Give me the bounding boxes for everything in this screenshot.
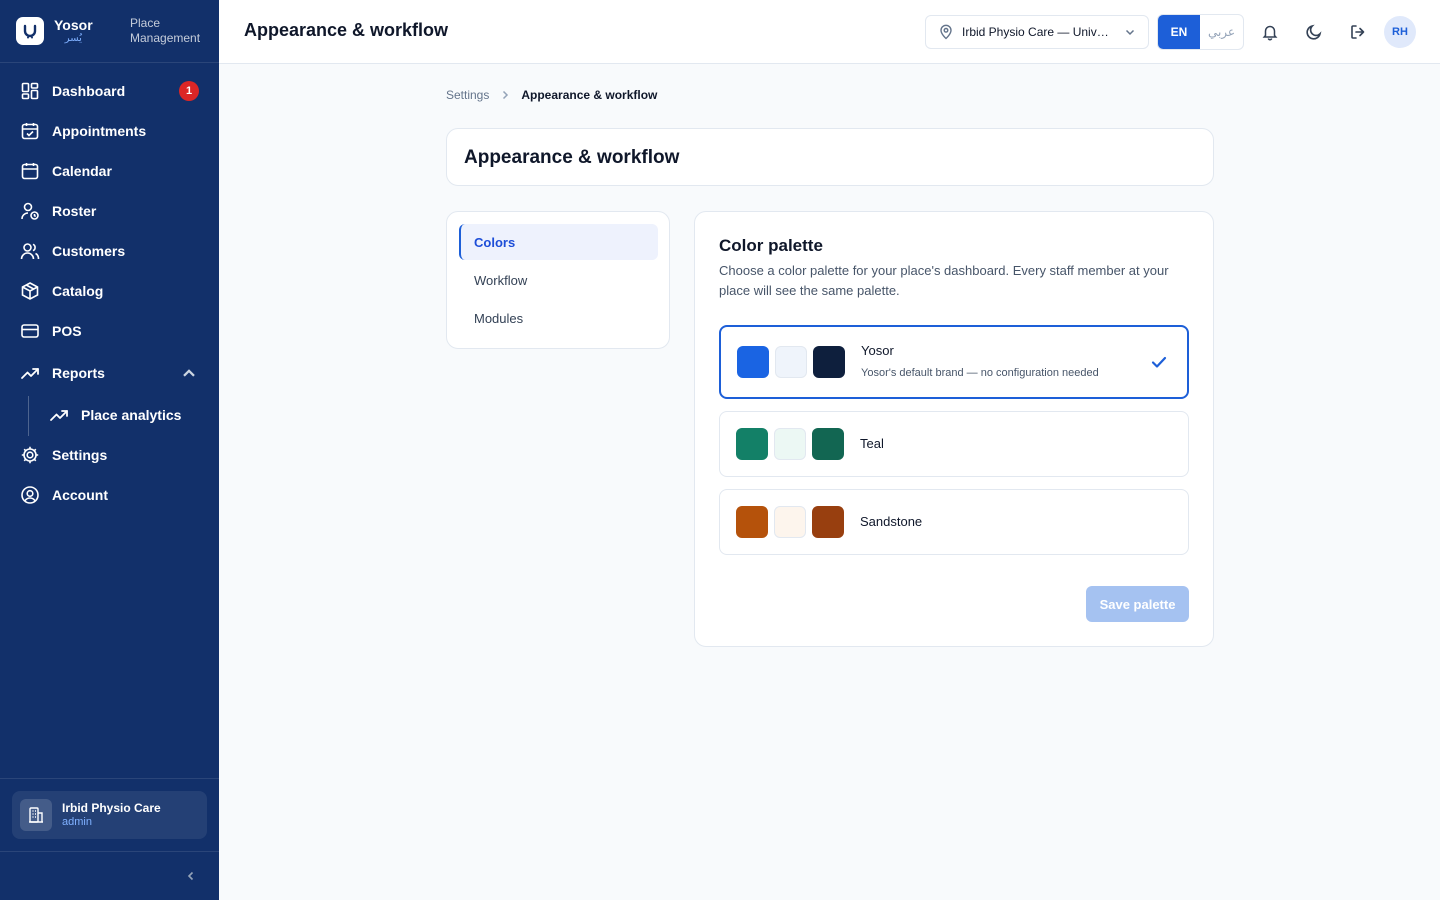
brand-name-en: Yosor <box>54 17 93 33</box>
sidebar-item-label: Account <box>52 487 108 503</box>
sidebar-item-label: Roster <box>52 203 97 219</box>
sidebar-item-label: Dashboard <box>52 83 126 99</box>
credit-card-icon <box>21 324 39 338</box>
trending-up-icon <box>21 368 39 379</box>
brand-subtitle: Place Management <box>130 16 201 45</box>
language-toggle: EN عربي <box>1157 14 1244 50</box>
breadcrumb-settings[interactable]: Settings <box>446 88 489 102</box>
building-icon <box>20 799 52 831</box>
sidebar-item-calendar[interactable]: Calendar <box>20 159 199 183</box>
collapse-sidebar-icon[interactable] <box>184 869 198 883</box>
sidebar-item-label: POS <box>52 323 82 339</box>
swatch-primary <box>736 506 768 538</box>
sidebar-item-label: Place analytics <box>81 407 182 423</box>
swatch-light <box>774 428 806 460</box>
page-title-card: Appearance & workflow <box>446 128 1214 186</box>
tab-modules[interactable]: Modules <box>459 300 658 336</box>
theme-toggle-button[interactable] <box>1304 22 1324 42</box>
page-title: Appearance & workflow <box>464 147 680 168</box>
bell-icon <box>1262 25 1278 41</box>
brand-name-ar: يُسر <box>64 33 82 44</box>
breadcrumb-current: Appearance & workflow <box>521 88 658 102</box>
sidebar-item-label: Customers <box>52 243 126 259</box>
settings-tabs: Colors Workflow Modules <box>446 211 670 349</box>
brand-name: Yosor يُسر <box>54 18 93 44</box>
swatch-light <box>775 346 807 378</box>
sidebar-item-customers[interactable]: Customers <box>20 239 199 263</box>
brand-logo-icon[interactable] <box>16 17 44 45</box>
sidebar-item-catalog[interactable]: Catalog <box>20 279 199 303</box>
chevron-right-icon <box>503 90 509 100</box>
place-role: admin <box>62 816 92 829</box>
brand: Yosor يُسر Place Management <box>0 0 219 63</box>
notification-badge: 1 <box>179 81 199 101</box>
palette-description: Choose a color palette for your place's … <box>719 263 1169 298</box>
palette-title: Color palette <box>719 236 823 255</box>
palette-option-sandstone[interactable]: Sandstone <box>719 489 1189 555</box>
box-icon <box>21 282 39 300</box>
sidebar-item-account[interactable]: Account <box>20 483 199 507</box>
top-header: Appearance & workflow Irbid Physio Care … <box>219 0 1440 64</box>
lang-ar-button[interactable]: عربي <box>1200 15 1243 49</box>
chevron-up-icon[interactable] <box>179 363 199 383</box>
trending-up-icon <box>50 410 68 421</box>
palette-option-description: Yosor's default brand — no configuration… <box>861 367 1099 379</box>
check-icon <box>1151 356 1167 368</box>
dashboard-icon <box>21 82 39 100</box>
swatch-primary <box>736 428 768 460</box>
swatch-primary <box>737 346 769 378</box>
submenu-line <box>28 396 29 436</box>
calendar-icon <box>21 163 39 180</box>
notifications-button[interactable] <box>1260 22 1280 42</box>
sidebar-item-label: Calendar <box>52 163 112 179</box>
tab-colors[interactable]: Colors <box>459 224 658 260</box>
swatch-dark <box>813 346 845 378</box>
moon-icon <box>1306 24 1322 40</box>
chevron-down-icon <box>1125 29 1135 36</box>
color-palette-card: Color palette Choose a color palette for… <box>694 211 1214 647</box>
sidebar-item-appointments[interactable]: Appointments <box>20 119 199 143</box>
swatch-light <box>774 506 806 538</box>
sidebar-divider <box>0 851 219 852</box>
sidebar-item-dashboard[interactable]: Dashboard 1 <box>20 79 199 103</box>
palette-option-name: Yosor <box>861 343 894 358</box>
avatar[interactable]: RH <box>1384 16 1416 48</box>
sidebar-item-roster[interactable]: Roster <box>20 199 199 223</box>
sidebar-item-label: Catalog <box>52 283 104 299</box>
place-selector[interactable]: Irbid Physio Care — University Street <box>925 15 1149 49</box>
header-title: Appearance & workflow <box>244 20 449 40</box>
user-clock-icon <box>21 202 39 220</box>
sidebar-item-label: Appointments <box>52 123 147 139</box>
sidebar-divider <box>0 778 219 779</box>
place-selector-value: Irbid Physio Care — University Street <box>962 25 1112 39</box>
palette-option-yosor[interactable]: Yosor Yosor's default brand — no configu… <box>719 325 1189 399</box>
users-icon <box>20 243 40 260</box>
swatch-dark <box>812 506 844 538</box>
user-circle-icon <box>21 486 39 504</box>
sidebar-item-label: Settings <box>52 447 108 463</box>
logout-icon <box>1351 25 1365 39</box>
sidebar-item-settings[interactable]: Settings <box>20 443 199 467</box>
place-card[interactable]: Irbid Physio Care admin <box>12 791 207 839</box>
calendar-check-icon <box>21 123 39 140</box>
breadcrumb: Settings Appearance & workflow <box>446 88 657 102</box>
save-palette-button[interactable]: Save palette <box>1086 586 1189 622</box>
logout-button[interactable] <box>1348 22 1368 42</box>
sidebar-item-reports[interactable]: Reports <box>20 361 199 385</box>
tab-workflow[interactable]: Workflow <box>459 262 658 298</box>
place-name: Irbid Physio Care <box>62 800 161 815</box>
sidebar-item-label: Reports <box>52 365 105 381</box>
palette-option-name: Teal <box>860 436 884 451</box>
sidebar: Yosor يُسر Place Management Dashboard 1 … <box>0 0 219 900</box>
sidebar-nav: Dashboard 1 Appointments Calendar Roster… <box>0 63 219 504</box>
gear-icon <box>21 446 39 464</box>
palette-option-name: Sandstone <box>860 514 923 529</box>
sidebar-item-place-analytics[interactable]: Place analytics <box>49 403 199 427</box>
palette-option-teal[interactable]: Teal <box>719 411 1189 477</box>
sidebar-item-pos[interactable]: POS <box>20 319 199 343</box>
lang-en-button[interactable]: EN <box>1158 15 1200 49</box>
map-pin-icon <box>940 24 952 40</box>
swatch-dark <box>812 428 844 460</box>
